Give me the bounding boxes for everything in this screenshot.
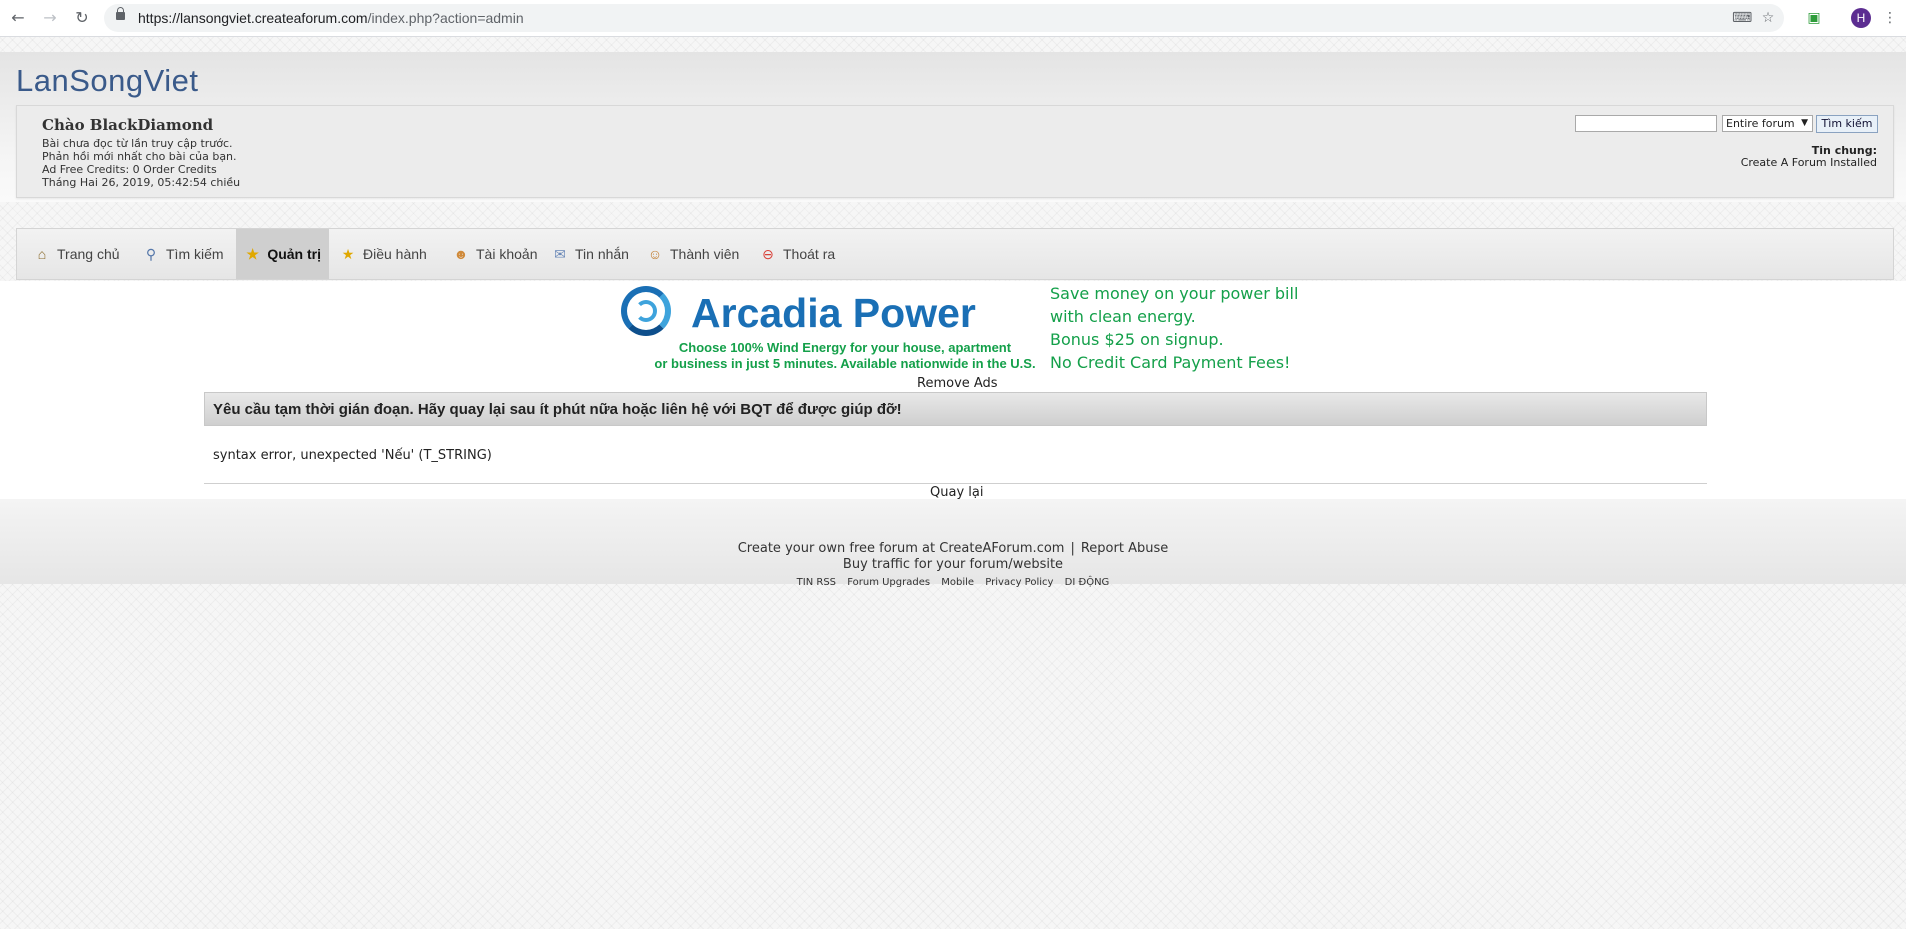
report-abuse-link[interactable]: Report Abuse — [1081, 541, 1168, 556]
dropdown-arrow-icon: ▼ — [1801, 118, 1808, 128]
footer-line-1: Create your own free forum at CreateAFor… — [0, 541, 1906, 556]
menu-item-home[interactable]: ⌂ Trang chủ — [25, 229, 128, 279]
main-menu: ⌂ Trang chủ ⚲ Tìm kiếm ★ Quản trị ★ Điều… — [16, 228, 1894, 280]
menu-item-members[interactable]: ☺ Thành viên — [638, 229, 747, 279]
search-scope-select[interactable]: Entire forum ▼ — [1722, 115, 1813, 132]
menu-item-admin[interactable]: ★ Quản trị — [236, 229, 329, 279]
error-header: Yêu cầu tạm thời gián đoạn. Hãy quay lại… — [204, 392, 1707, 426]
address-bar[interactable]: https://lansongviet.createaforum.com/ind… — [104, 4, 1784, 32]
menu-item-messages[interactable]: ✉ Tin nhắn — [543, 229, 637, 279]
greeting: Chào BlackDiamond — [42, 116, 214, 134]
magnifier-icon: ⚲ — [145, 245, 157, 262]
unread-posts-link[interactable]: Bài chưa đọc từ lần truy cập trước. — [42, 137, 233, 150]
search-input[interactable] — [1575, 115, 1717, 132]
lock-icon — [116, 7, 125, 20]
user-icon: ☻ — [453, 246, 469, 262]
footer-link-mobile[interactable]: Mobile — [941, 577, 974, 588]
ad-line-2: with clean energy. — [1050, 307, 1196, 326]
current-datetime: Tháng Hai 26, 2019, 05:42:54 chiều — [42, 176, 241, 189]
ad-line-3: Bonus $25 on signup. — [1050, 330, 1224, 349]
buy-traffic-link[interactable]: Buy traffic for your forum/website — [0, 557, 1906, 572]
star-icon: ★ — [341, 245, 355, 262]
search-button[interactable]: Tìm kiếm — [1816, 115, 1878, 133]
footer-link-mobile-vn[interactable]: DI ĐỘNG — [1065, 577, 1110, 588]
error-title: Yêu cầu tạm thời gián đoạn. Hãy quay lại… — [213, 401, 902, 418]
ad-brand-name: Arcadia Power — [691, 290, 976, 336]
new-replies-link[interactable]: Phản hồi mới nhất cho bài của bạn. — [42, 150, 237, 163]
star-icon: ★ — [246, 245, 259, 262]
home-icon: ⌂ — [37, 246, 47, 262]
ad-subtitle-1: Choose 100% Wind Energy for your house, … — [678, 340, 1012, 355]
ad-line-4: No Credit Card Payment Fees! — [1050, 353, 1291, 372]
back-link[interactable]: Quay lại — [930, 485, 983, 500]
reload-icon[interactable]: ↻ — [72, 8, 92, 28]
error-message: syntax error, unexpected 'Nếu' (T_STRING… — [213, 448, 492, 463]
ad-line-1: Save money on your power bill — [1050, 284, 1299, 303]
error-body: syntax error, unexpected 'Nếu' (T_STRING… — [204, 426, 1707, 484]
members-icon: ☺ — [647, 246, 663, 262]
logout-icon: ⊖ — [762, 245, 774, 262]
back-arrow-icon[interactable]: ← — [8, 8, 28, 28]
create-forum-link[interactable]: Create your own free forum at CreateAFor… — [738, 541, 1065, 556]
menu-item-moderate[interactable]: ★ Điều hành — [331, 229, 435, 279]
user-info-panel: Chào BlackDiamond Bài chưa đọc từ lần tr… — [16, 105, 1894, 198]
site-title[interactable]: LanSongViet — [16, 63, 198, 99]
menu-item-logout[interactable]: ⊖ Thoát ra — [751, 229, 843, 279]
forward-arrow-icon[interactable]: → — [40, 8, 60, 28]
footer-links: TIN RSS Forum Upgrades Mobile Privacy Po… — [0, 577, 1906, 588]
remove-ads-link[interactable]: Remove Ads — [917, 376, 998, 391]
footer-link-upgrades[interactable]: Forum Upgrades — [847, 577, 930, 588]
envelope-icon: ✉ — [554, 245, 566, 262]
browser-toolbar: ← → ↻ https://lansongviet.createaforum.c… — [0, 0, 1906, 37]
url-text[interactable]: https://lansongviet.createaforum.com/ind… — [138, 10, 524, 26]
footer-link-privacy[interactable]: Privacy Policy — [985, 577, 1053, 588]
announcement-text: Create A Forum Installed — [1740, 156, 1877, 169]
extension-icon[interactable]: ▣ — [1806, 10, 1822, 26]
arcadia-logo-icon — [621, 286, 671, 336]
more-menu-icon[interactable]: ⋮ — [1882, 10, 1898, 26]
menu-item-account[interactable]: ☻ Tài khoản — [444, 229, 545, 279]
menu-item-search[interactable]: ⚲ Tìm kiếm — [134, 229, 232, 279]
footer-separator: | — [1070, 541, 1075, 556]
footer-link-rss[interactable]: TIN RSS — [797, 577, 836, 588]
ad-free-credits[interactable]: Ad Free Credits: 0 Order Credits — [42, 163, 217, 176]
bookmark-star-icon[interactable]: ☆ — [1760, 10, 1776, 26]
profile-avatar[interactable]: H — [1851, 8, 1871, 28]
ad-subtitle-2: or business in just 5 minutes. Available… — [654, 356, 1036, 371]
translate-icon[interactable]: ⌨ — [1732, 10, 1752, 26]
